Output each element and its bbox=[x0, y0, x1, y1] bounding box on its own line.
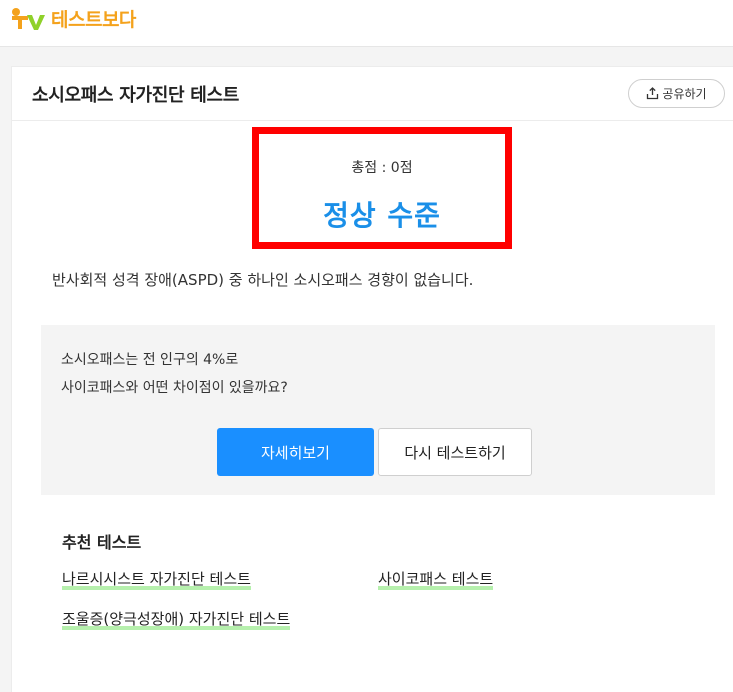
page-title: 소시오패스 자가진단 테스트 bbox=[32, 85, 240, 106]
result-level: 정상 수준 bbox=[323, 199, 441, 232]
site-logo-text: 테스트보다 bbox=[51, 8, 136, 31]
total-score: 총점 : 0점 bbox=[351, 160, 413, 176]
recommended-tests-title: 추천 테스트 bbox=[62, 533, 142, 552]
info-text-line1: 소시오패스는 전 인구의 4%로 bbox=[61, 352, 239, 368]
recommended-link-psychopath[interactable]: 사이코패스 테스트 bbox=[378, 568, 494, 590]
score-highlight-box: 총점 : 0점 정상 수준 bbox=[252, 127, 512, 249]
top-bar: 테스트보다 bbox=[0, 0, 733, 47]
share-button[interactable]: 공유하기 bbox=[628, 79, 725, 108]
card-header: 소시오패스 자가진단 테스트 공유하기 bbox=[12, 67, 733, 121]
recommended-link-narcissist[interactable]: 나르시시스트 자가진단 테스트 bbox=[62, 568, 251, 590]
details-button[interactable]: 자세히보기 bbox=[217, 428, 374, 476]
site-logo[interactable]: 테스트보다 bbox=[10, 4, 136, 32]
share-button-label: 공유하기 bbox=[662, 87, 707, 101]
info-text-line2: 사이코패스와 어떤 차이점이 있을까요? bbox=[61, 380, 288, 396]
tv-logo-icon bbox=[12, 8, 45, 30]
info-box: 소시오패스는 전 인구의 4%로 사이코패스와 어떤 차이점이 있을까요? 자세… bbox=[41, 325, 715, 495]
result-card: 소시오패스 자가진단 테스트 공유하기 총점 : 0점 정상 수준 반사회적 성… bbox=[11, 66, 733, 692]
result-description: 반사회적 성격 장애(ASPD) 중 하나인 소시오패스 경향이 없습니다. bbox=[52, 271, 474, 289]
retry-test-button[interactable]: 다시 테스트하기 bbox=[378, 428, 532, 476]
share-icon bbox=[647, 87, 659, 100]
recommended-link-bipolar[interactable]: 조울증(양극성장애) 자가진단 테스트 bbox=[62, 608, 291, 630]
